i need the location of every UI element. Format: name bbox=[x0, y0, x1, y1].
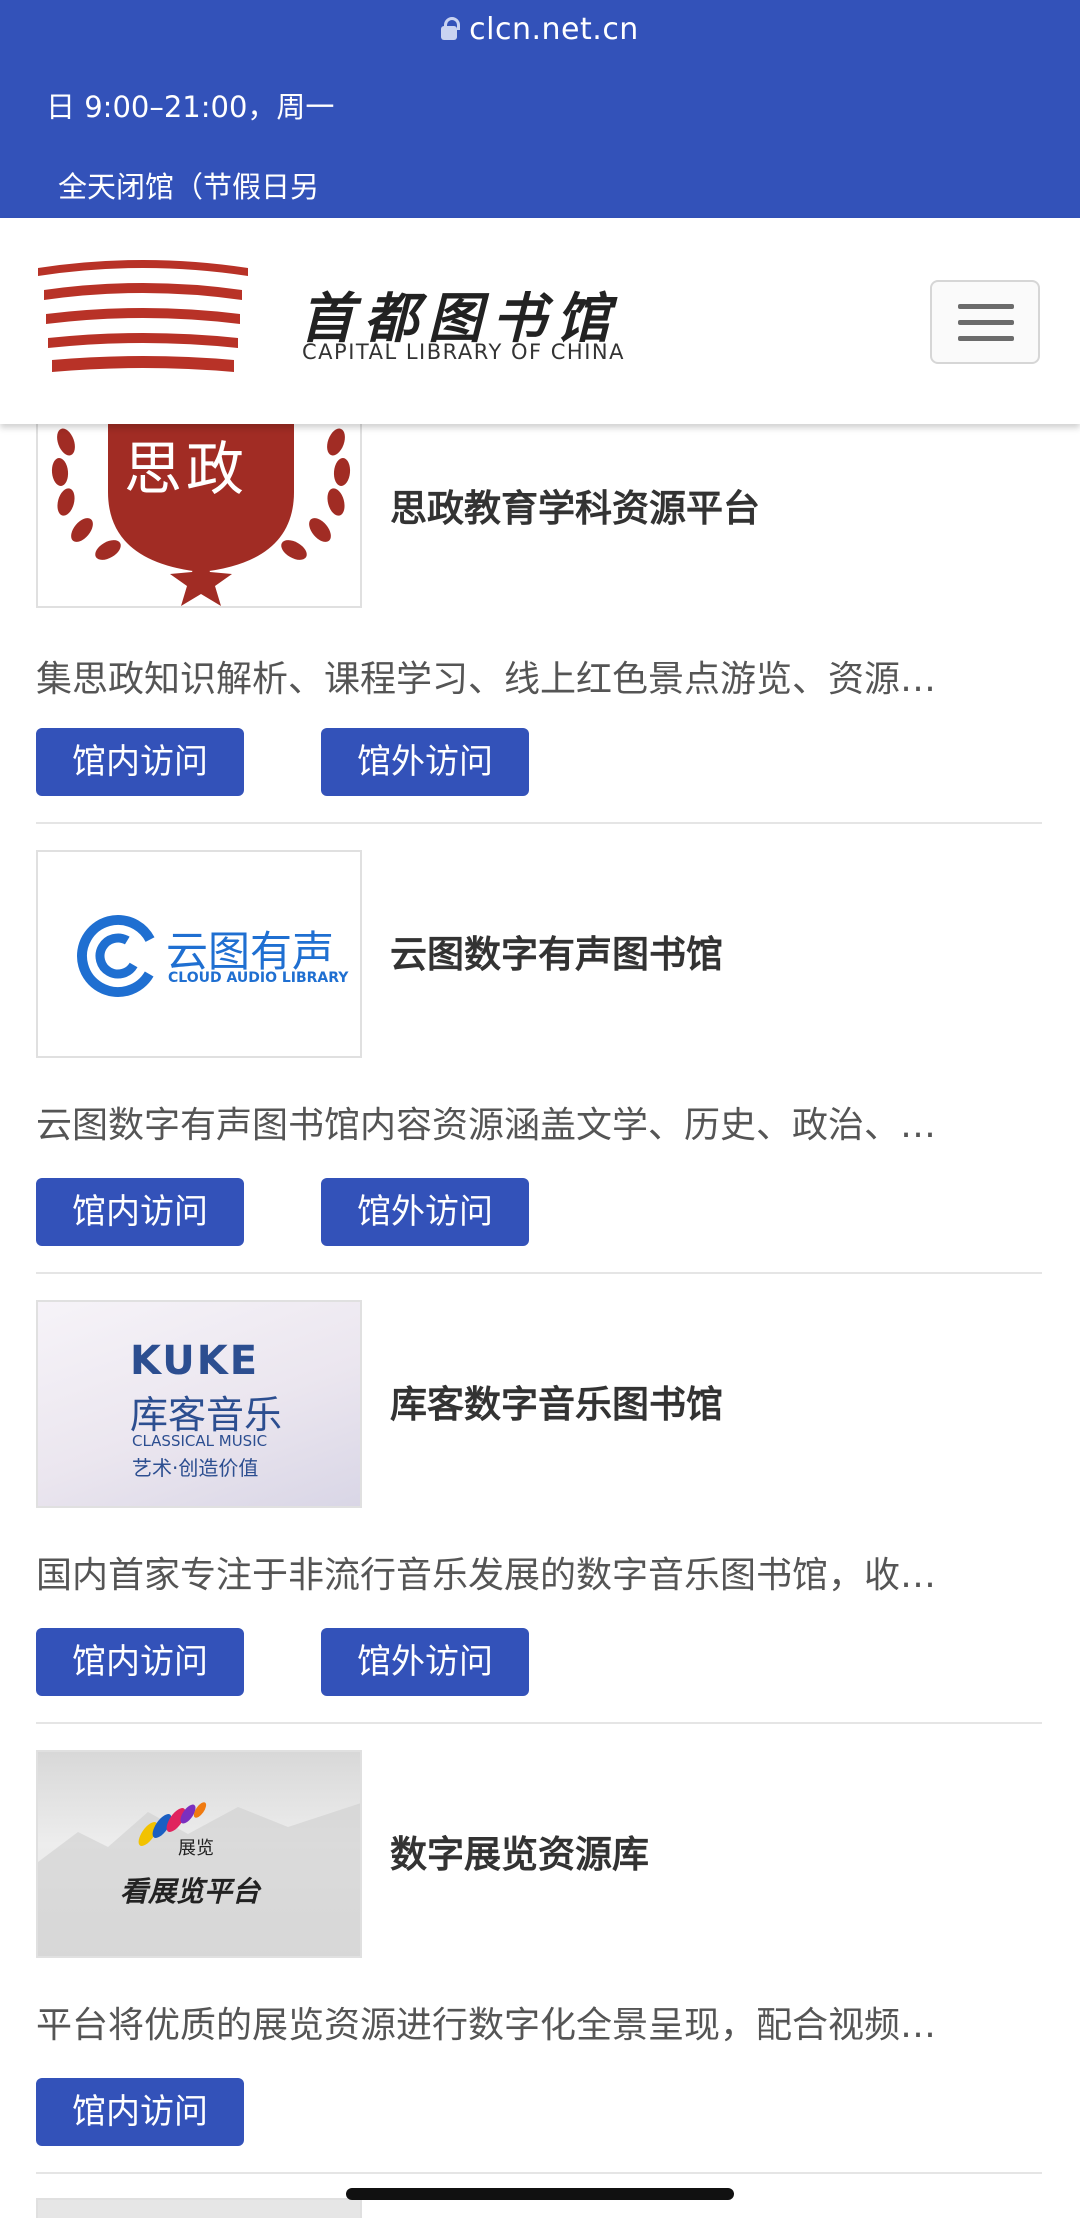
resource-title[interactable]: 数字展览资源库 bbox=[390, 1824, 649, 1878]
resource-description: 云图数字有声图书馆内容资源涵盖文学、历史、政治、… bbox=[36, 1105, 937, 1146]
resource-item: KUKE 库客音乐 CLASSICAL MUSIC 艺术·创造价值 库客数字音乐… bbox=[36, 1300, 1042, 1724]
resource-title[interactable]: 云图数字有声图书馆 bbox=[390, 924, 723, 978]
hamburger-icon bbox=[958, 304, 1014, 309]
outside-access-button[interactable]: 馆外访问 bbox=[321, 1178, 529, 1246]
sizheng-logo-text: 思政 bbox=[124, 435, 249, 503]
closed-notice-text: 全天闭馆（节假日另 bbox=[58, 170, 320, 204]
exhibition-logo-subtext: 看展览平台 bbox=[120, 1875, 261, 1908]
cloud-audio-logo-subtext: CLOUD AUDIO LIBRARY bbox=[168, 970, 349, 986]
inside-access-button[interactable]: 馆内访问 bbox=[36, 1628, 244, 1696]
resource-description: 集思政知识解析、课程学习、线上红色景点游览、资源… bbox=[36, 659, 937, 700]
resource-description: 国内首家专注于非流行音乐发展的数字音乐图书馆，收… bbox=[36, 1555, 937, 1596]
next-resource-thumbnail-peek[interactable] bbox=[36, 2198, 362, 2218]
outside-access-button[interactable]: 馆外访问 bbox=[321, 728, 529, 796]
resource-item: 思政 思政教育学科资源平台 集思政知识解析、课程学习、线上红色景点游览、资源… … bbox=[36, 400, 1042, 824]
inside-access-button[interactable]: 馆内访问 bbox=[36, 2078, 244, 2146]
resource-title[interactable]: 库客数字音乐图书馆 bbox=[390, 1374, 723, 1428]
kuke-logo-text: KUKE bbox=[130, 1338, 260, 1384]
home-indicator[interactable] bbox=[346, 2188, 734, 2200]
resource-thumbnail[interactable]: 云图有声 CLOUD AUDIO LIBRARY bbox=[36, 850, 362, 1058]
resource-title[interactable]: 思政教育学科资源平台 bbox=[390, 478, 760, 532]
resource-thumbnail[interactable]: 展览 看展览平台 bbox=[36, 1750, 362, 1958]
resource-item: 云图有声 CLOUD AUDIO LIBRARY 云图数字有声图书馆 云图数字有… bbox=[36, 850, 1042, 1274]
browser-top-bar: clcn.net.cn 日 9:00–21:00，周一 全天闭馆（节假日另 bbox=[0, 0, 1080, 218]
logo-english-name: CAPITAL LIBRARY OF CHINA bbox=[302, 340, 625, 364]
outside-access-button[interactable]: 馆外访问 bbox=[321, 1628, 529, 1696]
opening-hours-text: 日 9:00–21:00，周一 bbox=[46, 90, 335, 124]
resource-thumbnail[interactable]: KUKE 库客音乐 CLASSICAL MUSIC 艺术·创造价值 bbox=[36, 1300, 362, 1508]
url-text: clcn.net.cn bbox=[469, 12, 639, 47]
resource-thumbnail[interactable]: 思政 bbox=[36, 400, 362, 608]
menu-toggle-button[interactable] bbox=[930, 280, 1040, 364]
kuke-logo-sub1: CLASSICAL MUSIC bbox=[132, 1432, 268, 1450]
kuke-logo-sub2: 艺术·创造价值 bbox=[132, 1456, 259, 1480]
inside-access-button[interactable]: 馆内访问 bbox=[36, 1178, 244, 1246]
exhibition-logo-text: 展览 bbox=[178, 1838, 214, 1859]
kuke-logo-cn: 库客音乐 bbox=[130, 1393, 283, 1437]
address-bar[interactable]: clcn.net.cn bbox=[0, 12, 1080, 47]
resource-item: 展览 看展览平台 数字展览资源库 平台将优质的展览资源进行数字化全景呈现，配合视… bbox=[36, 1750, 1042, 2174]
lock-icon bbox=[441, 17, 461, 40]
inside-access-button[interactable]: 馆内访问 bbox=[36, 728, 244, 796]
library-logo-icon[interactable] bbox=[38, 260, 248, 380]
site-header: 首都图书馆 CAPITAL LIBRARY OF CHINA bbox=[0, 218, 1080, 424]
resource-description: 平台将优质的展览资源进行数字化全景呈现，配合视频… bbox=[36, 2005, 937, 2046]
